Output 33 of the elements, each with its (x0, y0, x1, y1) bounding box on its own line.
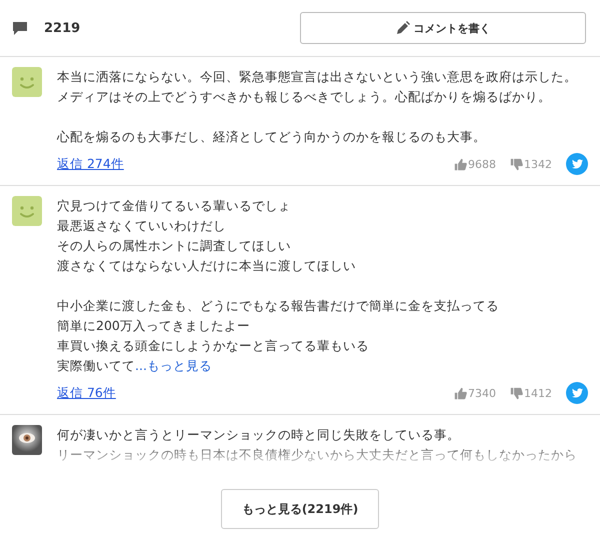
load-more-button[interactable]: もっと見る(2219件) (221, 489, 379, 529)
bird-icon[interactable] (566, 382, 588, 404)
comment-text: その人らの属性ホントに調査してほしい (57, 237, 291, 255)
bird-icon[interactable] (566, 153, 588, 175)
thumbs-down-icon[interactable] (510, 386, 523, 400)
comment-text: 渡さなくてはならない人だけに本当に渡してほしい (57, 257, 356, 275)
comment-text: 車買い換える頭金にしようかなーと言ってる輩もいる (57, 337, 369, 355)
comment-icon (12, 20, 28, 36)
comment-count: 2219 (44, 20, 82, 36)
comment-text: 最悪返さなくていいわけだし (57, 217, 226, 235)
pencil-icon (396, 21, 410, 35)
like-count: 7340 (468, 386, 496, 400)
replies-link[interactable]: 返信 274件 (57, 156, 454, 172)
comment-text: 本当に洒落にならない。今回、緊急事態宣言は出さないという強い意思を政府は示した。 (57, 68, 577, 86)
dislike-count: 1342 (524, 158, 552, 170)
dislike-count: 1412 (524, 386, 552, 400)
smiley-avatar-icon (12, 196, 42, 226)
thumbs-down-icon[interactable] (510, 158, 523, 170)
comment-text: メディアはその上でどうすべきかも報じるべきでしょう。心配ばかりを煽るばかり。 (57, 88, 551, 106)
comment-text: 中小企業に渡した金も、どうにでもなる報告書だけで簡単に金を支払ってる (57, 297, 499, 315)
thumbs-up-icon[interactable] (454, 386, 467, 400)
thumbs-up-icon[interactable] (454, 158, 467, 170)
replies-link[interactable]: 返信 76件 (57, 384, 454, 402)
comment-text: 実際働いてて (57, 357, 135, 375)
comment-text: 穴見つけて金借りてるいる輩いるでしょ (57, 197, 291, 215)
comment-text: 心配を煽るのも大事だし、経済としてどう向かうのかを報じるのも大事。 (57, 128, 486, 146)
read-more-link[interactable]: ...もっと見る (135, 356, 212, 376)
comment-text: 何が凄いかと言うとリーマンショックの時と同じ失敗をしている事。 (57, 426, 460, 444)
like-count: 9688 (468, 158, 496, 170)
comment-text: リーマンショックの時も日本は不良債権少ないから大丈夫だと言って何もしなかったから (57, 446, 577, 464)
comment-text: 簡単に200万入ってきましたよー (57, 317, 250, 335)
write-comment-button[interactable]: コメントを書く (300, 12, 586, 44)
smiley-avatar-icon (12, 67, 42, 97)
